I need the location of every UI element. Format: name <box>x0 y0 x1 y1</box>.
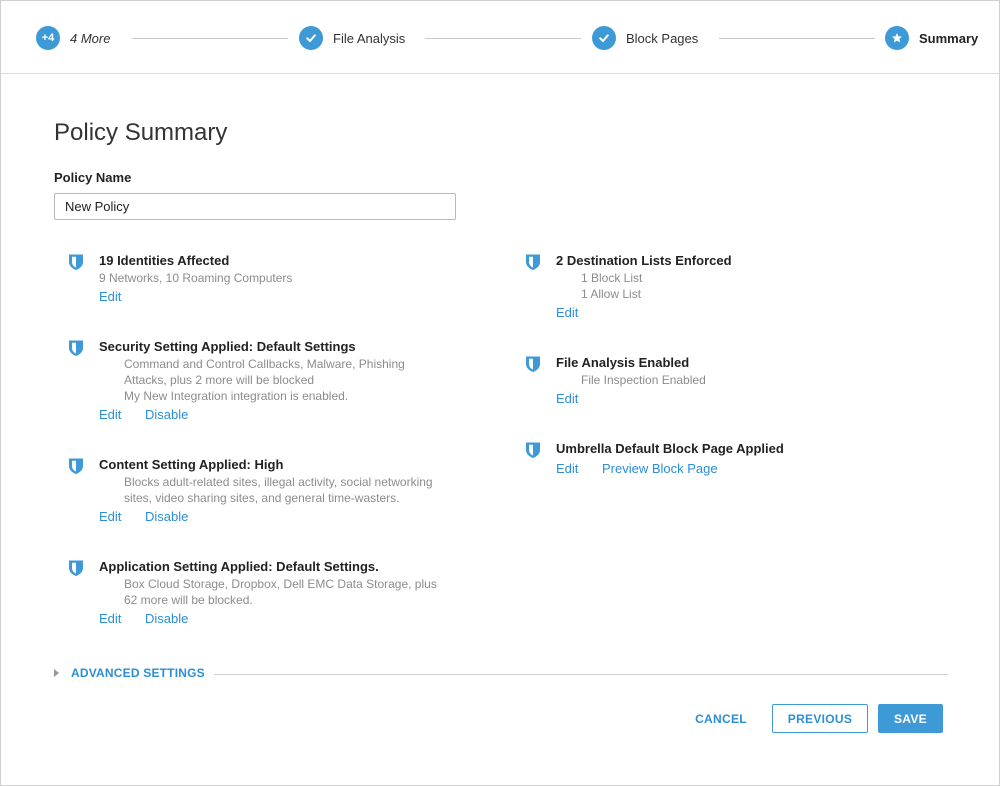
edit-security-link[interactable]: Edit <box>99 407 145 422</box>
shield-icon <box>69 340 83 356</box>
advanced-settings-toggle[interactable]: ADVANCED SETTINGS <box>54 666 205 680</box>
summary-detail: Attacks, plus 2 more will be blocked <box>124 373 315 387</box>
policy-name-label: Policy Name <box>54 170 132 185</box>
destination-lists-summary: 2 Destination Lists Enforced 1 Block Lis… <box>525 253 925 328</box>
step-label: Summary <box>919 30 979 46</box>
summary-detail: File Inspection Enabled <box>581 373 706 387</box>
caret-right-icon <box>54 669 59 677</box>
cancel-button[interactable]: CANCEL <box>689 704 753 733</box>
summary-detail: 62 more will be blocked. <box>124 593 253 607</box>
policy-wizard: +4 4 More File Analysis Block Pages Summ… <box>0 0 1000 786</box>
summary-detail: 1 Allow List <box>581 287 642 301</box>
shield-icon <box>526 442 540 458</box>
summary-detail: 1 Block List <box>581 271 643 285</box>
edit-application-link[interactable]: Edit <box>99 611 145 626</box>
content-setting-summary: Content Setting Applied: High Blocks adu… <box>68 457 468 532</box>
summary-detail: sites, video sharing sites, and general … <box>124 491 400 505</box>
step-file-analysis[interactable]: File Analysis <box>299 25 405 51</box>
summary-title: Security Setting Applied: Default Settin… <box>99 339 356 354</box>
edit-block-page-link[interactable]: Edit <box>556 461 602 476</box>
step-label: 4 More <box>70 30 111 46</box>
summary-title: 2 Destination Lists Enforced <box>556 253 732 268</box>
step-connector <box>132 38 288 39</box>
shield-icon <box>69 254 83 270</box>
policy-name-input[interactable] <box>54 193 456 220</box>
edit-identities-link[interactable]: Edit <box>99 289 121 304</box>
step-summary[interactable]: Summary <box>885 25 978 51</box>
shield-icon <box>69 560 83 576</box>
shield-icon <box>526 254 540 270</box>
page-title: Policy Summary <box>54 119 228 146</box>
security-setting-summary: Security Setting Applied: Default Settin… <box>68 339 468 429</box>
edit-file-analysis-link[interactable]: Edit <box>556 391 578 406</box>
disable-content-link[interactable]: Disable <box>145 509 188 524</box>
save-button[interactable]: SAVE <box>878 704 943 733</box>
edit-destination-lists-link[interactable]: Edit <box>556 305 578 320</box>
step-connector <box>425 38 581 39</box>
summary-title: Umbrella Default Block Page Applied <box>556 441 784 456</box>
step-label: Block Pages <box>626 30 699 46</box>
summary-detail: My New Integration integration is enable… <box>124 389 349 403</box>
checkmark-icon <box>592 26 616 50</box>
star-icon <box>885 26 909 50</box>
advanced-settings-divider <box>214 674 948 675</box>
edit-content-link[interactable]: Edit <box>99 509 145 524</box>
advanced-settings-label: ADVANCED SETTINGS <box>71 666 205 680</box>
summary-detail: 9 Networks, 10 Roaming Computers <box>99 271 293 285</box>
summary-title: Application Setting Applied: Default Set… <box>99 559 379 574</box>
file-analysis-summary: File Analysis Enabled File Inspection En… <box>525 355 925 415</box>
disable-application-link[interactable]: Disable <box>145 611 188 626</box>
shield-icon <box>69 458 83 474</box>
disable-security-link[interactable]: Disable <box>145 407 188 422</box>
summary-title: Content Setting Applied: High <box>99 457 284 472</box>
wizard-stepper: +4 4 More File Analysis Block Pages Summ… <box>1 1 999 74</box>
preview-block-page-link[interactable]: Preview Block Page <box>602 461 718 476</box>
step-label: File Analysis <box>333 30 406 46</box>
previous-button[interactable]: PREVIOUS <box>772 704 868 733</box>
summary-detail: Blocks adult-related sites, illegal acti… <box>124 475 433 489</box>
application-setting-summary: Application Setting Applied: Default Set… <box>68 559 468 634</box>
summary-title: 19 Identities Affected <box>99 253 230 268</box>
summary-title: File Analysis Enabled <box>556 355 690 370</box>
block-page-summary: Umbrella Default Block Page Applied Edit… <box>525 441 925 486</box>
step-connector <box>719 38 875 39</box>
identities-summary: 19 Identities Affected 9 Networks, 10 Ro… <box>68 253 468 313</box>
summary-detail: Box Cloud Storage, Dropbox, Dell EMC Dat… <box>124 577 437 591</box>
step-count-badge: +4 <box>36 26 60 50</box>
shield-icon <box>526 356 540 372</box>
checkmark-icon <box>299 26 323 50</box>
step-block-pages[interactable]: Block Pages <box>592 25 698 51</box>
step-more[interactable]: +4 4 More <box>36 25 110 51</box>
summary-detail: Command and Control Callbacks, Malware, … <box>124 357 405 371</box>
